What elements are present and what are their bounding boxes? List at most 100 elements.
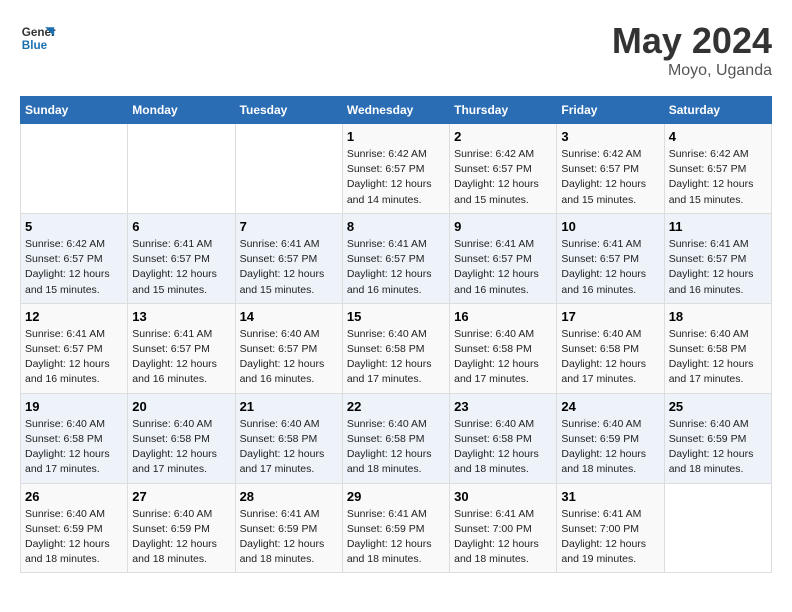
day-number: 27	[132, 489, 230, 504]
day-info: Sunrise: 6:41 AM Sunset: 6:59 PM Dayligh…	[347, 507, 445, 568]
day-info: Sunrise: 6:40 AM Sunset: 6:59 PM Dayligh…	[561, 417, 659, 478]
day-info: Sunrise: 6:40 AM Sunset: 6:58 PM Dayligh…	[240, 417, 338, 478]
day-info: Sunrise: 6:42 AM Sunset: 6:57 PM Dayligh…	[561, 147, 659, 208]
day-number: 1	[347, 129, 445, 144]
calendar-cell: 2 Sunrise: 6:42 AM Sunset: 6:57 PM Daylig…	[450, 124, 557, 214]
day-number: 6	[132, 219, 230, 234]
day-info: Sunrise: 6:42 AM Sunset: 6:57 PM Dayligh…	[454, 147, 552, 208]
day-info: Sunrise: 6:40 AM Sunset: 6:59 PM Dayligh…	[669, 417, 767, 478]
calendar-cell: 30Sunrise: 6:41 AM Sunset: 7:00 PM Dayli…	[450, 483, 557, 573]
calendar-cell: 13 Sunrise: 6:41 AM Sunset: 6:57 PM Dayli…	[128, 303, 235, 393]
calendar-cell: 19 Sunrise: 6:40 AM Sunset: 6:58 PM Dayli…	[21, 393, 128, 483]
calendar-week-row: 26Sunrise: 6:40 AM Sunset: 6:59 PM Dayli…	[21, 483, 772, 573]
weekday-header-monday: Monday	[128, 97, 235, 124]
calendar-cell: 14Sunrise: 6:40 AM Sunset: 6:57 PM Dayli…	[235, 303, 342, 393]
day-number: 16	[454, 309, 552, 324]
day-info: Sunrise: 6:41 AM Sunset: 6:57 PM Dayligh…	[240, 237, 338, 298]
day-number: 24	[561, 399, 659, 414]
calendar-cell: 23Sunrise: 6:40 AM Sunset: 6:58 PM Dayli…	[450, 393, 557, 483]
day-info: Sunrise: 6:40 AM Sunset: 6:58 PM Dayligh…	[25, 417, 123, 478]
weekday-header-tuesday: Tuesday	[235, 97, 342, 124]
calendar-cell: 22 Sunrise: 6:40 AM Sunset: 6:58 PM Dayli…	[342, 393, 449, 483]
calendar-cell: 24 Sunrise: 6:40 AM Sunset: 6:59 PM Dayli…	[557, 393, 664, 483]
calendar-table: SundayMondayTuesdayWednesdayThursdayFrid…	[20, 96, 772, 573]
calendar-cell: 20Sunrise: 6:40 AM Sunset: 6:58 PM Dayli…	[128, 393, 235, 483]
day-number: 13	[132, 309, 230, 324]
day-number: 9	[454, 219, 552, 234]
day-number: 22	[347, 399, 445, 414]
day-info: Sunrise: 6:42 AM Sunset: 6:57 PM Dayligh…	[669, 147, 767, 208]
logo: General Blue	[20, 20, 56, 56]
day-info: Sunrise: 6:42 AM Sunset: 6:57 PM Dayligh…	[347, 147, 445, 208]
weekday-header-wednesday: Wednesday	[342, 97, 449, 124]
calendar-cell: 17 Sunrise: 6:40 AM Sunset: 6:58 PM Dayli…	[557, 303, 664, 393]
weekday-header-sunday: Sunday	[21, 97, 128, 124]
day-info: Sunrise: 6:41 AM Sunset: 6:59 PM Dayligh…	[240, 507, 338, 568]
calendar-week-row: 12 Sunrise: 6:41 AM Sunset: 6:57 PM Dayli…	[21, 303, 772, 393]
weekday-header-thursday: Thursday	[450, 97, 557, 124]
day-info: Sunrise: 6:40 AM Sunset: 6:58 PM Dayligh…	[454, 327, 552, 388]
day-number: 14	[240, 309, 338, 324]
day-number: 25	[669, 399, 767, 414]
calendar-cell: 15 Sunrise: 6:40 AM Sunset: 6:58 PM Dayli…	[342, 303, 449, 393]
day-info: Sunrise: 6:41 AM Sunset: 7:00 PM Dayligh…	[454, 507, 552, 568]
day-number: 18	[669, 309, 767, 324]
day-info: Sunrise: 6:41 AM Sunset: 6:57 PM Dayligh…	[669, 237, 767, 298]
day-info: Sunrise: 6:41 AM Sunset: 7:00 PM Dayligh…	[561, 507, 659, 568]
calendar-cell: 18 Sunrise: 6:40 AM Sunset: 6:58 PM Dayli…	[664, 303, 771, 393]
weekday-header-row: SundayMondayTuesdayWednesdayThursdayFrid…	[21, 97, 772, 124]
day-number: 12	[25, 309, 123, 324]
calendar-cell: 7 Sunrise: 6:41 AM Sunset: 6:57 PM Daylig…	[235, 213, 342, 303]
day-number: 31	[561, 489, 659, 504]
calendar-cell: 9Sunrise: 6:41 AM Sunset: 6:57 PM Daylig…	[450, 213, 557, 303]
calendar-cell: 5Sunrise: 6:42 AM Sunset: 6:57 PM Daylig…	[21, 213, 128, 303]
day-info: Sunrise: 6:40 AM Sunset: 6:58 PM Dayligh…	[347, 327, 445, 388]
svg-text:Blue: Blue	[22, 39, 48, 52]
day-info: Sunrise: 6:41 AM Sunset: 6:57 PM Dayligh…	[561, 237, 659, 298]
title-block: May 2024 Moyo, Uganda	[612, 20, 772, 80]
day-info: Sunrise: 6:40 AM Sunset: 6:58 PM Dayligh…	[561, 327, 659, 388]
calendar-cell: 27 Sunrise: 6:40 AM Sunset: 6:59 PM Dayli…	[128, 483, 235, 573]
calendar-cell: 12 Sunrise: 6:41 AM Sunset: 6:57 PM Dayli…	[21, 303, 128, 393]
day-number: 17	[561, 309, 659, 324]
day-number: 2	[454, 129, 552, 144]
calendar-cell	[21, 124, 128, 214]
day-number: 15	[347, 309, 445, 324]
location-title: Moyo, Uganda	[612, 62, 772, 80]
day-info: Sunrise: 6:40 AM Sunset: 6:59 PM Dayligh…	[25, 507, 123, 568]
day-number: 3	[561, 129, 659, 144]
calendar-cell: 29 Sunrise: 6:41 AM Sunset: 6:59 PM Dayli…	[342, 483, 449, 573]
day-info: Sunrise: 6:40 AM Sunset: 6:58 PM Dayligh…	[347, 417, 445, 478]
calendar-cell	[235, 124, 342, 214]
day-info: Sunrise: 6:40 AM Sunset: 6:58 PM Dayligh…	[669, 327, 767, 388]
calendar-cell: 25 Sunrise: 6:40 AM Sunset: 6:59 PM Dayli…	[664, 393, 771, 483]
calendar-cell: 16 Sunrise: 6:40 AM Sunset: 6:58 PM Dayli…	[450, 303, 557, 393]
day-info: Sunrise: 6:40 AM Sunset: 6:58 PM Dayligh…	[454, 417, 552, 478]
calendar-cell: 26Sunrise: 6:40 AM Sunset: 6:59 PM Dayli…	[21, 483, 128, 573]
day-info: Sunrise: 6:40 AM Sunset: 6:58 PM Dayligh…	[132, 417, 230, 478]
calendar-cell: 3 Sunrise: 6:42 AM Sunset: 6:57 PM Daylig…	[557, 124, 664, 214]
calendar-cell: 6 Sunrise: 6:41 AM Sunset: 6:57 PM Daylig…	[128, 213, 235, 303]
weekday-header-friday: Friday	[557, 97, 664, 124]
calendar-cell: 21 Sunrise: 6:40 AM Sunset: 6:58 PM Dayli…	[235, 393, 342, 483]
calendar-cell	[664, 483, 771, 573]
day-info: Sunrise: 6:41 AM Sunset: 6:57 PM Dayligh…	[25, 327, 123, 388]
month-title: May 2024	[612, 20, 772, 62]
day-number: 28	[240, 489, 338, 504]
day-number: 19	[25, 399, 123, 414]
day-number: 8	[347, 219, 445, 234]
day-info: Sunrise: 6:41 AM Sunset: 6:57 PM Dayligh…	[347, 237, 445, 298]
day-number: 7	[240, 219, 338, 234]
day-number: 11	[669, 219, 767, 234]
day-info: Sunrise: 6:40 AM Sunset: 6:59 PM Dayligh…	[132, 507, 230, 568]
day-info: Sunrise: 6:42 AM Sunset: 6:57 PM Dayligh…	[25, 237, 123, 298]
day-info: Sunrise: 6:41 AM Sunset: 6:57 PM Dayligh…	[132, 237, 230, 298]
day-number: 4	[669, 129, 767, 144]
day-number: 29	[347, 489, 445, 504]
calendar-week-row: 5Sunrise: 6:42 AM Sunset: 6:57 PM Daylig…	[21, 213, 772, 303]
day-info: Sunrise: 6:41 AM Sunset: 6:57 PM Dayligh…	[132, 327, 230, 388]
day-number: 21	[240, 399, 338, 414]
calendar-cell: 4 Sunrise: 6:42 AM Sunset: 6:57 PM Daylig…	[664, 124, 771, 214]
calendar-week-row: 19 Sunrise: 6:40 AM Sunset: 6:58 PM Dayli…	[21, 393, 772, 483]
calendar-cell	[128, 124, 235, 214]
